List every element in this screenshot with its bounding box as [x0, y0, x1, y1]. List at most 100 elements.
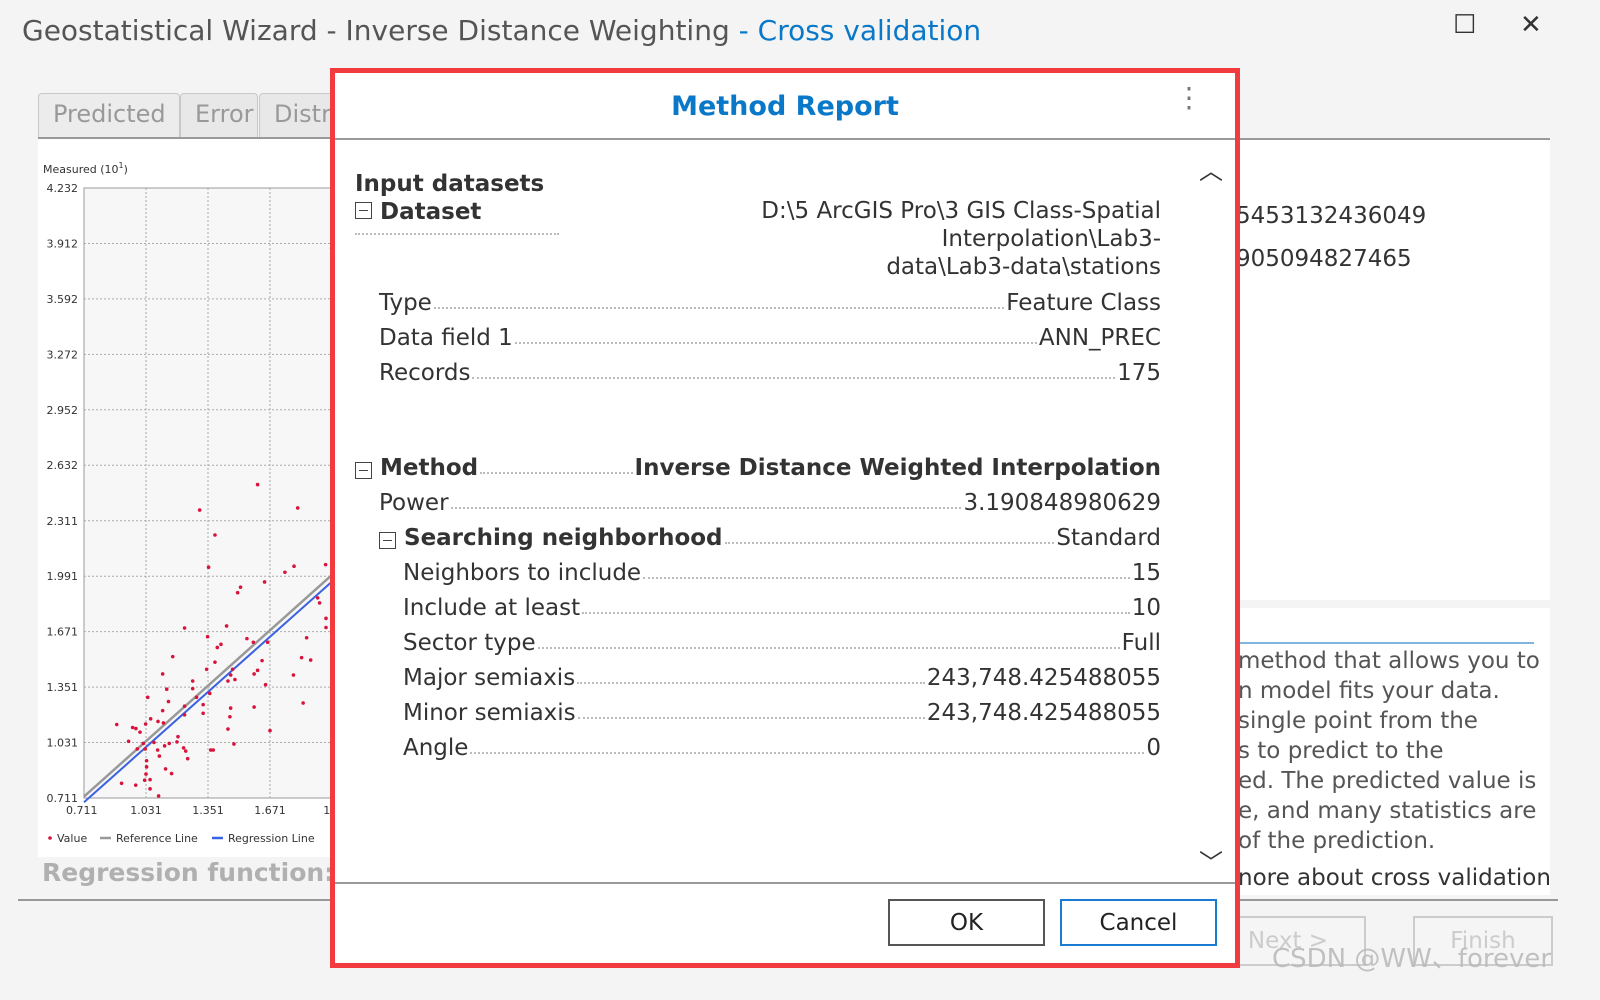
- row-value: 3.190848980629: [963, 490, 1161, 516]
- y-tick-label: 2.311: [47, 515, 79, 528]
- data-point: [162, 744, 167, 748]
- data-point: [190, 686, 195, 691]
- data-point: [144, 765, 149, 769]
- x-tick-label: 0.711: [66, 804, 98, 817]
- data-point: [238, 585, 243, 589]
- dataset-path-cont: data\Lab3-data\stations: [886, 254, 1161, 280]
- y-tick-label: 4.232: [47, 182, 79, 195]
- data-point: [126, 739, 131, 744]
- data-point: [197, 508, 202, 512]
- scroll-up-icon[interactable]: ︿: [1199, 151, 1223, 186]
- row-value: Full: [1121, 630, 1161, 656]
- cancel-button[interactable]: Cancel: [1060, 899, 1217, 946]
- data-point: [160, 672, 165, 676]
- legend-entry: Regression Line: [228, 832, 315, 845]
- report-row: Angle 0: [403, 726, 1161, 761]
- description-line: method that allows you to: [1238, 648, 1540, 674]
- data-point: [144, 772, 148, 776]
- data-point: [183, 749, 188, 753]
- dataset-row: Dataset D:\5 ArcGIS Pro\3 GIS Class-Spat…: [355, 198, 1161, 281]
- data-point: [206, 565, 211, 570]
- power-row: Power 3.190848980629: [379, 481, 1161, 516]
- data-point: [142, 778, 147, 782]
- row-label: Method: [380, 455, 479, 481]
- data-point: [235, 590, 240, 595]
- data-point: [226, 727, 230, 731]
- row-label: Neighbors to include: [403, 560, 642, 586]
- data-point: [251, 640, 256, 645]
- watermark: CSDN @WW、forever: [1272, 944, 1552, 974]
- title-main: Geostatistical Wizard - Inverse Distance…: [22, 14, 730, 47]
- row-value: 10: [1131, 595, 1161, 621]
- data-point: [182, 704, 187, 708]
- data-point: [292, 564, 296, 568]
- description-line: ed. The predicted value is: [1238, 768, 1537, 794]
- data-point: [134, 726, 138, 731]
- dataset-label: Dataset: [380, 199, 482, 225]
- regression-function: Regression function: 0: [42, 858, 361, 887]
- ok-button[interactable]: OK: [888, 899, 1045, 946]
- data-point: [230, 667, 235, 672]
- maximize-icon[interactable]: ☐: [1453, 10, 1476, 40]
- data-point: [215, 645, 220, 650]
- description-line: e, and many statistics are: [1238, 798, 1537, 824]
- report-row: Minor semiaxis 243,748.425488055: [403, 691, 1161, 726]
- y-axis-label: Measured (101): [43, 161, 128, 176]
- learn-more-link[interactable]: nore about cross validation: [1238, 865, 1551, 891]
- tab-error[interactable]: Error: [180, 93, 258, 137]
- scroll-down-icon[interactable]: ﹀: [1199, 843, 1223, 878]
- data-point: [175, 740, 179, 744]
- data-point: [228, 714, 232, 719]
- data-point: [164, 687, 169, 692]
- row-label: Include at least: [403, 595, 581, 621]
- row-label: Data field 1: [379, 325, 513, 351]
- description-line: n model fits your data.: [1238, 678, 1500, 704]
- report-row: Records 175: [379, 351, 1161, 386]
- data-point: [144, 758, 149, 763]
- data-point: [138, 730, 142, 734]
- stat-value: 905094827465: [1236, 246, 1412, 272]
- data-point: [181, 746, 186, 750]
- data-point: [166, 699, 171, 704]
- data-point: [295, 506, 300, 510]
- data-point: [262, 580, 267, 584]
- data-point: [176, 734, 180, 739]
- data-point: [255, 668, 260, 673]
- report-row: Major semiaxis 243,748.425488055: [403, 656, 1161, 691]
- data-point: [148, 777, 152, 782]
- collapse-toggle-icon[interactable]: [355, 202, 372, 219]
- dialog-title: Method Report: [671, 91, 899, 122]
- data-point: [167, 741, 172, 746]
- collapse-toggle-icon[interactable]: [355, 462, 372, 479]
- right-header: [1238, 90, 1550, 138]
- row-value: 15: [1131, 560, 1161, 586]
- x-tick-label: 1.671: [254, 804, 286, 817]
- more-vertical-icon[interactable]: ⋮: [1175, 84, 1203, 112]
- row-label: Major semiaxis: [403, 665, 576, 691]
- report-row: Type Feature Class: [379, 281, 1161, 316]
- data-point: [182, 626, 187, 630]
- data-point: [255, 482, 260, 487]
- data-point: [145, 695, 150, 700]
- close-icon[interactable]: ✕: [1520, 10, 1542, 40]
- report-content: Input datasets Dataset D:\5 ArcGIS Pro\3…: [355, 171, 1161, 761]
- data-point: [283, 570, 287, 575]
- row-label: Type: [379, 290, 432, 316]
- neighborhood-row: Searching neighborhood Standard: [379, 516, 1161, 551]
- legend-marker-value: [48, 836, 52, 840]
- x-tick-label: 1.031: [130, 804, 162, 817]
- tab-predicted[interactable]: Predicted: [38, 93, 180, 137]
- data-point: [324, 616, 328, 621]
- collapse-toggle-icon[interactable]: [379, 532, 396, 549]
- report-row: Sector type Full: [403, 621, 1161, 656]
- data-point: [148, 787, 152, 791]
- data-point: [228, 673, 233, 677]
- data-point: [201, 711, 205, 716]
- data-point: [185, 756, 190, 761]
- header-divider: [335, 138, 1235, 140]
- data-point: [194, 695, 199, 700]
- data-point: [252, 672, 256, 676]
- data-point: [299, 655, 304, 660]
- data-point: [252, 705, 256, 709]
- data-point: [143, 722, 148, 726]
